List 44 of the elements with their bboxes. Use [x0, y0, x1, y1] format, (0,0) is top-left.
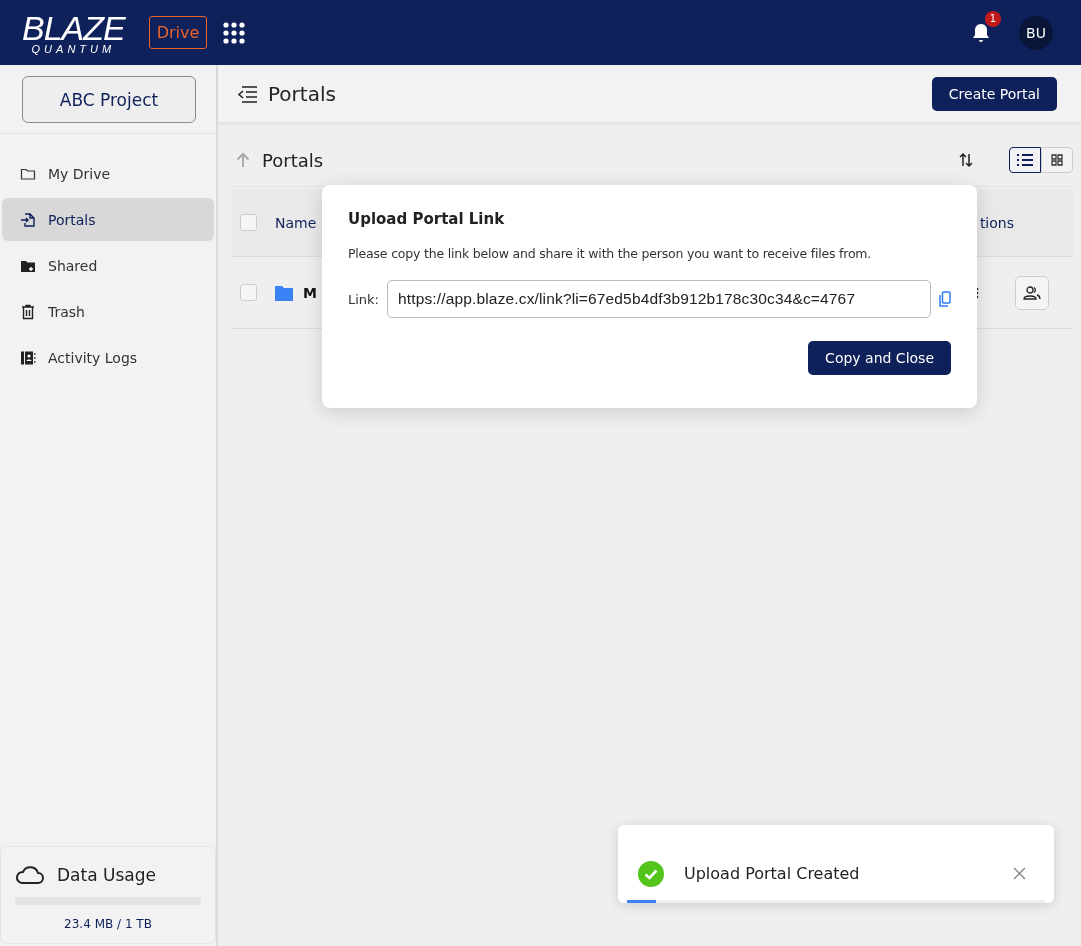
- link-label: Link:: [348, 291, 379, 307]
- file-enter-icon: [20, 211, 36, 228]
- row-checkbox[interactable]: [240, 284, 257, 301]
- collapse-menu-icon[interactable]: [236, 84, 258, 103]
- contact-book-icon: [20, 349, 36, 366]
- close-icon[interactable]: [1013, 867, 1026, 880]
- sidebar-item[interactable]: Shared: [2, 244, 214, 287]
- create-portal-button[interactable]: Create Portal: [931, 76, 1057, 111]
- check-circle-icon: [638, 860, 664, 887]
- cloud-icon: [15, 865, 45, 885]
- grid-view-button[interactable]: [1041, 147, 1073, 173]
- users-icon: [1023, 284, 1041, 301]
- apps-grid-icon[interactable]: [223, 21, 246, 44]
- usage-title: Data Usage: [57, 865, 156, 885]
- share-users-button[interactable]: [1015, 275, 1049, 310]
- dialog-message: Please copy the link below and share it with the person you want to receive files from.: [348, 246, 873, 261]
- table-cell: M: [303, 284, 317, 301]
- sidebar-item[interactable]: Portals: [2, 198, 214, 241]
- list-icon: [1017, 154, 1033, 166]
- column-header: Name: [275, 214, 317, 231]
- breadcrumb: Portals: [262, 149, 324, 171]
- folder-icon: [275, 284, 293, 301]
- project-button[interactable]: ABC Project: [22, 76, 196, 123]
- user-avatar[interactable]: BU: [1019, 15, 1053, 50]
- column-header: tions: [979, 214, 1014, 231]
- page-title: Portals: [268, 81, 336, 106]
- sidebar-item[interactable]: My Drive: [2, 152, 214, 195]
- app-badge[interactable]: Drive: [148, 16, 208, 49]
- copy-and-close-button[interactable]: Copy and Close: [808, 341, 951, 375]
- grid-icon: [1051, 154, 1063, 166]
- sidebar-item[interactable]: Trash: [2, 290, 214, 333]
- usage-reading: 23.4 MB / 1 TB: [63, 917, 153, 931]
- copy-icon[interactable]: [939, 291, 951, 307]
- logo-word: BLAZE: [22, 10, 125, 45]
- list-view-button[interactable]: [1009, 147, 1041, 173]
- sort-icon[interactable]: [959, 152, 973, 168]
- link-field[interactable]: https://app.blaze.cx/link?li=67ed5b4df3b912b178c30c34&c=4767: [387, 280, 931, 318]
- dialog-title: Upload Portal Link: [348, 210, 506, 228]
- select-all-checkbox[interactable]: [240, 214, 257, 231]
- notification-count: 1: [985, 10, 1001, 27]
- trash-icon: [20, 303, 36, 320]
- sidebar-item[interactable]: Activity Logs: [2, 336, 214, 379]
- toast-message: Upload Portal Created: [684, 864, 861, 883]
- logo-subword: QUANTUM: [31, 43, 116, 55]
